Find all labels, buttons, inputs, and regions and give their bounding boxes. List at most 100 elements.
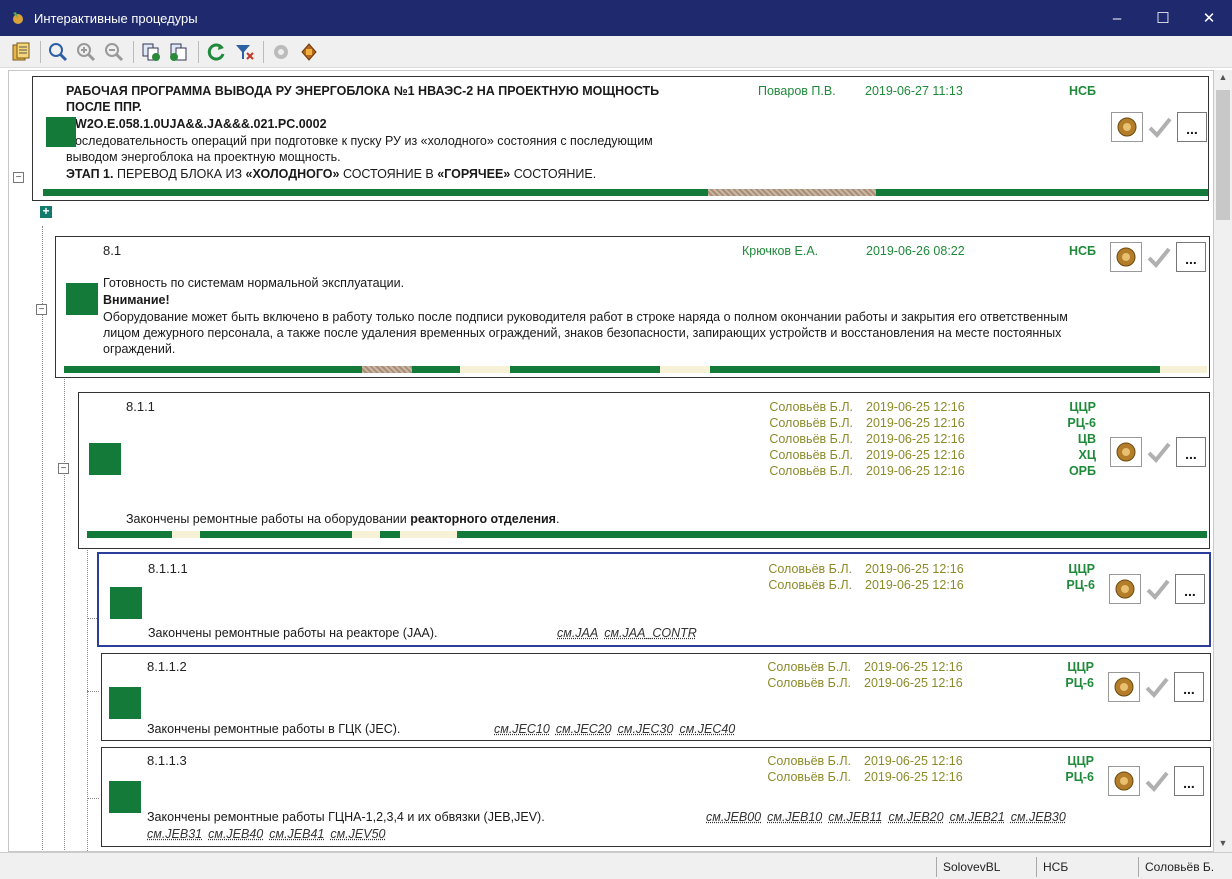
book-icon[interactable] xyxy=(296,39,322,65)
close-button[interactable]: ✕ xyxy=(1186,0,1232,36)
ref-link[interactable]: см.JEB11 xyxy=(828,810,882,824)
more-button[interactable]: ... xyxy=(1174,672,1204,702)
checkmark-icon[interactable] xyxy=(1142,672,1172,702)
signer-dept: НСБ xyxy=(1068,244,1096,258)
signer-datetimes: 2019-06-25 12:16 2019-06-25 12:16 xyxy=(864,754,963,784)
step-8-1-1-2[interactable]: 8.1.1.2 Соловьёв Б.Л. Соловьёв Б.Л. 2019-… xyxy=(101,653,1211,741)
checkmark-icon[interactable] xyxy=(1144,242,1174,272)
more-button[interactable]: ... xyxy=(1175,574,1205,604)
step-8-1-1-3[interactable]: 8.1.1.3 Соловьёв Б.Л. Соловьёв Б.Л. 2019-… xyxy=(101,747,1211,847)
reference-links: см.JAA см.JAA_CONTR xyxy=(557,625,703,641)
vertical-scrollbar[interactable]: ▲ ▼ xyxy=(1214,70,1232,852)
gear-icon[interactable] xyxy=(1110,242,1142,272)
signer-depts: ЦЦР РЦ-6 ЦВ ХЦ ОРБ xyxy=(1067,400,1096,478)
actions: ... xyxy=(1110,435,1206,469)
collapse-toggle[interactable]: − xyxy=(36,304,47,315)
scroll-down-icon[interactable]: ▼ xyxy=(1214,838,1232,848)
step-number: 8.1.1.1 xyxy=(148,561,188,576)
signer-depts: ЦЦР РЦ-6 xyxy=(1065,660,1094,690)
gear-icon[interactable] xyxy=(1109,574,1141,604)
ref-link[interactable]: см.JEB21 xyxy=(950,810,1005,824)
app-icon xyxy=(13,12,23,24)
more-button[interactable]: ... xyxy=(1176,242,1206,272)
procedures-icon[interactable] xyxy=(8,39,34,65)
step-text: Готовность по системам нормальной эксплу… xyxy=(103,276,405,290)
ref-link[interactable]: см.JEV50 xyxy=(330,827,385,841)
actions: ... xyxy=(1110,240,1206,274)
signer-names: Соловьёв Б.Л. Соловьёв Б.Л. xyxy=(767,754,851,784)
maximize-button[interactable]: ☐ xyxy=(1140,0,1186,36)
gear-icon[interactable] xyxy=(1110,437,1142,467)
checkmark-icon[interactable] xyxy=(1145,112,1175,142)
zoom-out-icon[interactable] xyxy=(101,39,127,65)
zoom-in-icon[interactable] xyxy=(73,39,99,65)
step-number: 8.1.1.3 xyxy=(147,753,187,768)
warning-text-3: ограждений. xyxy=(103,342,176,356)
minimize-button[interactable]: ‒ xyxy=(1094,0,1140,36)
step-8-1-1[interactable]: 8.1.1 Соловьёв Б.Л. Соловьёв Б.Л. Соловьёв… xyxy=(78,392,1210,549)
more-button[interactable]: ... xyxy=(1177,112,1207,142)
step-text: Закончены ремонтные работы на реакторе (… xyxy=(148,626,438,640)
signer-datetimes: 2019-06-25 12:16 2019-06-25 12:16 xyxy=(865,562,964,592)
step-text: Закончены ремонтные работы на оборудован… xyxy=(126,512,560,526)
reference-links: см.JEB00 см.JEB10 см.JEB11 см.JEB20 см.JEB21… xyxy=(706,809,1072,825)
ref-link[interactable]: см.JEB20 xyxy=(888,810,943,824)
step-8-1-1-1[interactable]: 8.1.1.1 Соловьёв Б.Л. Соловьёв Б.Л. 2019-… xyxy=(97,552,1211,647)
ref-link[interactable]: см.JEB00 xyxy=(706,810,761,824)
checkmark-icon[interactable] xyxy=(1144,437,1174,467)
checkmark-icon[interactable] xyxy=(1142,766,1172,796)
more-button[interactable]: ... xyxy=(1174,766,1204,796)
ref-link[interactable]: см.JEB41 xyxy=(269,827,324,841)
scroll-thumb[interactable] xyxy=(1216,90,1230,220)
actions: ... xyxy=(1108,764,1204,798)
checkmark-icon[interactable] xyxy=(1143,574,1173,604)
status-square xyxy=(110,587,142,619)
expand-all-button[interactable]: + xyxy=(40,205,52,218)
ref-link[interactable]: см.JEC40 xyxy=(679,722,735,736)
step-number: 8.1.1.2 xyxy=(147,659,187,674)
program-code: NW2O.E.058.1.0UJA&&.JA&&&.021.PC.0002 xyxy=(66,117,327,131)
gear-icon[interactable] xyxy=(1111,112,1143,142)
ref-link[interactable]: см.JAA xyxy=(557,626,598,640)
signer-depts: ЦЦР РЦ-6 xyxy=(1066,562,1095,592)
signer-name: Крючков Е.А. xyxy=(742,244,819,258)
step-number: 8.1 xyxy=(103,243,122,258)
status-square xyxy=(46,117,76,147)
ref-link[interactable]: см.JEB30 xyxy=(1011,810,1066,824)
ref-link[interactable]: см.JEB31 xyxy=(147,827,202,841)
program-title: РАБОЧАЯ ПРОГРАММА ВЫВОДА РУ ЭНЕРГОБЛОКА … xyxy=(66,84,660,98)
copy-icon[interactable] xyxy=(138,39,164,65)
gear-disabled-icon[interactable] xyxy=(268,39,294,65)
collapse-toggle[interactable]: − xyxy=(58,463,69,474)
step-text: Закончены ремонтные работы ГЦНА-1,2,3,4 … xyxy=(147,810,545,824)
filter-icon[interactable] xyxy=(231,39,257,65)
actions: ... xyxy=(1109,572,1205,606)
status-square xyxy=(109,781,141,813)
warning-label: Внимание! xyxy=(103,293,170,307)
title-bar: Интерактивные процедуры ‒ ☐ ✕ xyxy=(0,0,1232,36)
ref-link[interactable]: см.JEC30 xyxy=(618,722,674,736)
step-8-1[interactable]: 8.1 Крючков Е.А. 2019-06-26 08:22 НСБ ..… xyxy=(55,236,1210,378)
ref-link[interactable]: см.JEB40 xyxy=(208,827,263,841)
paste-icon[interactable] xyxy=(166,39,192,65)
signer-depts: ЦЦР РЦ-6 xyxy=(1065,754,1094,784)
signer-datetime: 2019-06-27 11:13 xyxy=(865,84,963,98)
warning-text-2: лицом дежурного персонала, а также после… xyxy=(103,326,1062,340)
signer-dept: НСБ xyxy=(1068,84,1096,98)
refresh-icon[interactable] xyxy=(203,39,229,65)
signer-names: Соловьёв Б.Л. Соловьёв Б.Л. Соловьёв Б.Л. С… xyxy=(769,400,853,478)
program-card[interactable]: РАБОЧАЯ ПРОГРАММА ВЫВОДА РУ ЭНЕРГОБЛОКА … xyxy=(32,76,1209,201)
ref-link[interactable]: см.JEC10 xyxy=(494,722,550,736)
more-button[interactable]: ... xyxy=(1176,437,1206,467)
gear-icon[interactable] xyxy=(1108,672,1140,702)
ref-link[interactable]: см.JEC20 xyxy=(556,722,612,736)
status-user: SolovevBL xyxy=(936,857,1034,877)
collapse-toggle[interactable]: − xyxy=(13,172,24,183)
scroll-up-icon[interactable]: ▲ xyxy=(1214,72,1232,82)
actions: ... xyxy=(1108,670,1204,704)
zoom-icon[interactable] xyxy=(45,39,71,65)
signer-name: Поваров П.В. xyxy=(758,84,836,98)
gear-icon[interactable] xyxy=(1108,766,1140,796)
ref-link[interactable]: см.JAA_CONTR xyxy=(604,626,697,640)
ref-link[interactable]: см.JEB10 xyxy=(767,810,822,824)
